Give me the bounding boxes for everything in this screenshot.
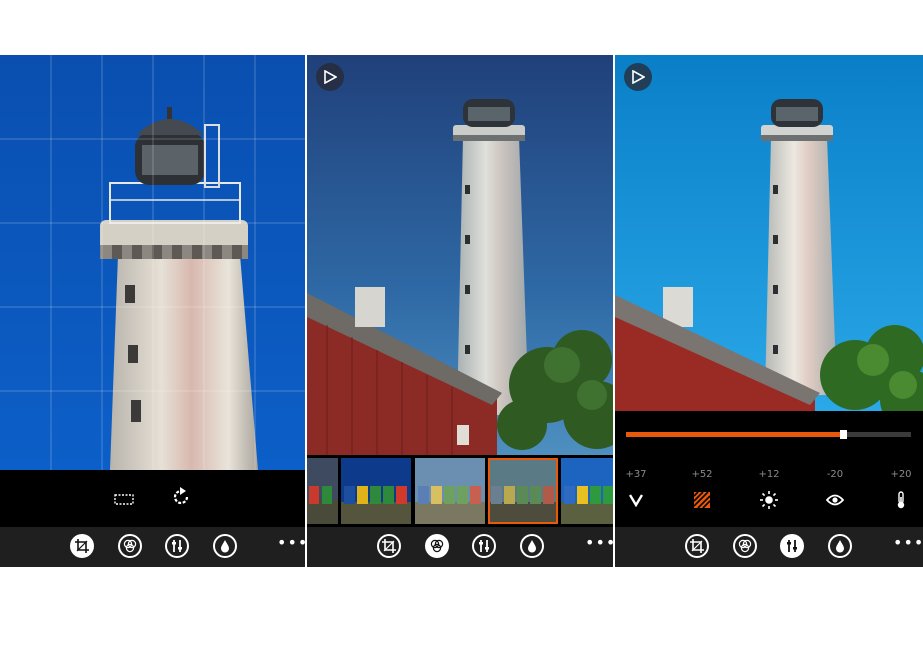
- brightness-sun-icon[interactable]: [749, 491, 789, 509]
- filters-icon: [123, 539, 137, 553]
- play-button[interactable]: [624, 63, 652, 91]
- appbar-crop-panel: •••: [0, 527, 305, 567]
- crop-panel: •••: [0, 55, 305, 567]
- texture-stripes-icon[interactable]: [682, 491, 722, 509]
- filters-icon: [430, 539, 444, 553]
- crop-icon: [75, 539, 89, 553]
- lighthouse-photo-crop[interactable]: [0, 55, 305, 470]
- appbar-adjust-button[interactable]: [472, 534, 496, 558]
- adjust-value-brightness: +12: [758, 469, 780, 480]
- filter-thumb[interactable]: [307, 458, 338, 524]
- appbar-color-button[interactable]: [520, 534, 544, 558]
- appbar-filters-panel: •••: [307, 527, 613, 567]
- color-drop-icon: [836, 540, 844, 553]
- play-button[interactable]: [316, 63, 344, 91]
- lighthouse-photo-adjusted[interactable]: [615, 55, 923, 411]
- adjust-slider-fill: [626, 432, 843, 437]
- lighthouse-photo-filtered[interactable]: [307, 55, 613, 455]
- more-menu-button[interactable]: •••: [893, 535, 923, 551]
- adjust-slider[interactable]: [626, 430, 911, 439]
- color-drop-icon: [221, 540, 229, 553]
- appbar-adjust-button[interactable]: [165, 534, 189, 558]
- adjust-icon: [172, 540, 182, 552]
- appbar-filters-button[interactable]: [733, 534, 757, 558]
- adjust-controls: +37 +52 +12 -20 +20: [615, 411, 923, 527]
- more-menu-button[interactable]: •••: [585, 535, 613, 551]
- filter-thumb-selected[interactable]: [488, 458, 558, 524]
- appbar-crop-button[interactable]: [70, 534, 94, 558]
- play-icon: [632, 70, 645, 84]
- color-drop-icon: [528, 540, 536, 553]
- filters-panel: •••: [307, 55, 613, 567]
- appbar-color-button[interactable]: [828, 534, 852, 558]
- appbar-filters-button[interactable]: [118, 534, 142, 558]
- crop-icon: [382, 539, 396, 553]
- eye-icon[interactable]: [815, 491, 855, 509]
- appbar-color-button[interactable]: [213, 534, 237, 558]
- more-menu-button[interactable]: •••: [277, 535, 305, 551]
- adjust-icon: [787, 540, 797, 552]
- appbar-adjust-panel: •••: [615, 527, 923, 567]
- adjust-slider-thumb[interactable]: [840, 430, 847, 439]
- adjust-value-vignette: +37: [625, 469, 647, 480]
- appbar-adjust-button[interactable]: [780, 534, 804, 558]
- appbar-crop-button[interactable]: [377, 534, 401, 558]
- rotate-icon[interactable]: [171, 487, 191, 507]
- crop-toolbar: [0, 470, 305, 527]
- appbar-filters-button[interactable]: [425, 534, 449, 558]
- adjust-icon: [479, 540, 489, 552]
- filter-filmstrip: [307, 455, 613, 527]
- appbar-crop-button[interactable]: [685, 534, 709, 558]
- crop-frame-icon[interactable]: [114, 491, 134, 505]
- adjust-panel: +37 +52 +12 -20 +20 •••: [615, 55, 923, 567]
- filter-thumb[interactable]: [341, 458, 411, 524]
- filter-thumb[interactable]: [561, 458, 613, 524]
- filters-icon: [738, 539, 752, 553]
- adjust-value-temperature: +20: [890, 469, 912, 480]
- play-icon: [324, 70, 337, 84]
- crop-icon: [690, 539, 704, 553]
- vignette-v-icon[interactable]: [616, 491, 656, 509]
- filter-thumb[interactable]: [415, 458, 485, 524]
- adjust-value-eye: -20: [826, 469, 844, 480]
- thermometer-icon[interactable]: [881, 491, 921, 509]
- adjust-value-texture: +52: [691, 469, 713, 480]
